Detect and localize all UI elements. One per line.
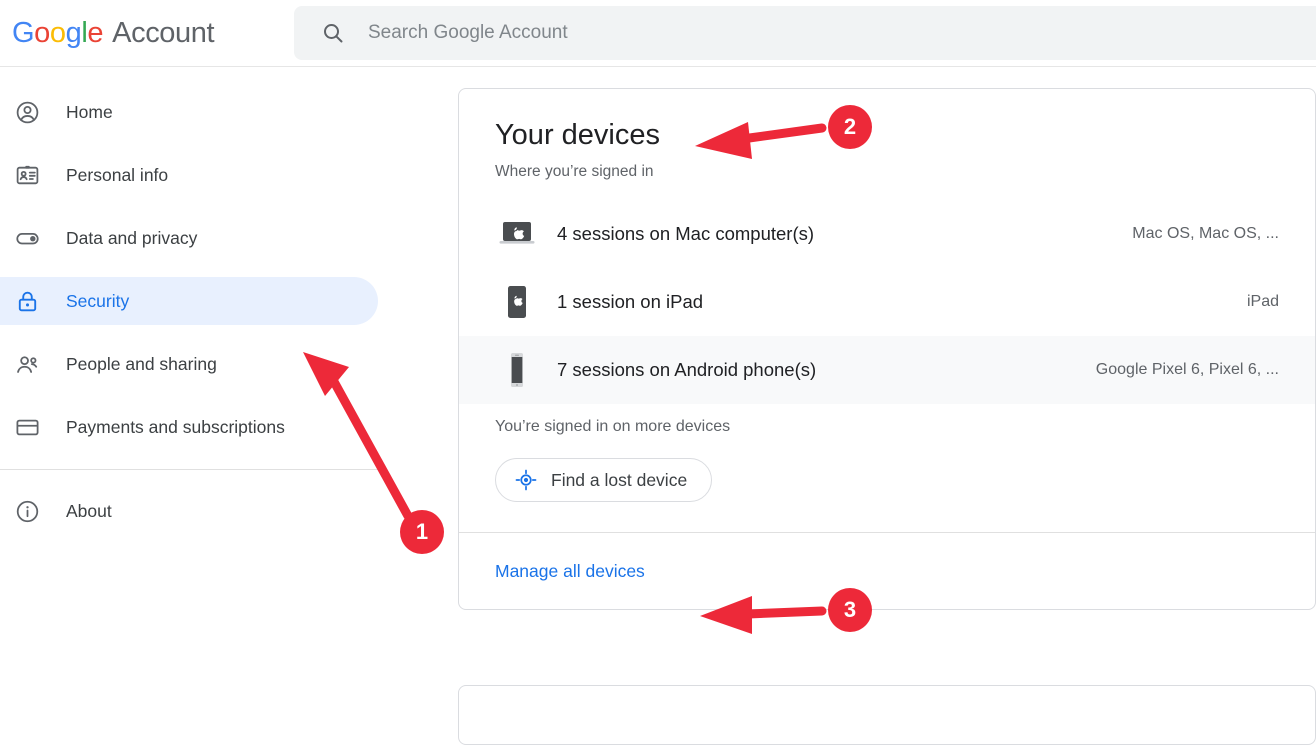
manage-all-devices-link[interactable]: Manage all devices: [495, 561, 645, 582]
find-a-lost-device-button[interactable]: Find a lost device: [495, 458, 713, 502]
sidebar-item-personal-info[interactable]: Personal info: [0, 151, 378, 199]
sidebar-item-about[interactable]: About: [0, 487, 378, 535]
sidebar-item-label: Security: [66, 290, 130, 311]
search-bar[interactable]: [294, 6, 1316, 60]
credit-card-icon: [14, 414, 40, 440]
lock-icon: [14, 288, 40, 314]
sidebar-item-label: Home: [66, 101, 113, 122]
search-icon: [321, 21, 345, 45]
sidebar-divider: [0, 469, 378, 470]
logo-letter-G: G: [12, 17, 35, 49]
sidebar-item-home[interactable]: Home: [0, 88, 378, 136]
main-content: Your devices Where you’re signed in 4 se…: [420, 67, 1316, 745]
badge-id-icon: [14, 162, 40, 188]
device-row-ipad[interactable]: 1 session on iPad iPad: [459, 268, 1315, 336]
device-meta: Mac OS, Mac OS, ...: [1132, 225, 1279, 242]
logo-letter-o1: o: [34, 17, 50, 49]
logo-account-word: Account: [112, 17, 215, 49]
device-row-android[interactable]: 7 sessions on Android phone(s) Google Pi…: [459, 336, 1315, 404]
device-meta: Google Pixel 6, Pixel 6, ...: [1095, 361, 1279, 378]
sidebar-nav: Home Personal info Data and privacy Secu…: [0, 67, 420, 697]
your-devices-title: Your devices: [495, 119, 660, 151]
card-body: Your devices Where you’re signed in 4 se…: [459, 89, 1315, 532]
find-a-lost-device-label: Find a lost device: [551, 469, 688, 490]
device-name: 4 sessions on Mac computer(s): [557, 223, 815, 244]
device-row-mac[interactable]: 4 sessions on Mac computer(s) Mac OS, Ma…: [459, 200, 1315, 268]
sidebar-item-label: Personal info: [66, 164, 169, 185]
your-devices-subtitle: Where you’re signed in: [495, 163, 654, 180]
sidebar-item-label: People and sharing: [66, 353, 217, 374]
app-header: Google Account: [0, 0, 1316, 67]
sidebar-item-label: Data and privacy: [66, 227, 198, 248]
my-location-icon: [515, 469, 537, 491]
laptop-icon: [495, 219, 539, 249]
people-icon: [14, 351, 40, 377]
search-input[interactable]: [368, 18, 1316, 48]
card-footer: Manage all devices: [459, 532, 1315, 609]
sidebar-item-label: About: [66, 500, 112, 521]
device-name: 7 sessions on Android phone(s): [557, 359, 817, 380]
sidebar-item-data-and-privacy[interactable]: Data and privacy: [0, 214, 378, 262]
logo-letter-o2: o: [49, 17, 66, 49]
sidebar-item-payments-and-subscriptions[interactable]: Payments and subscriptions: [0, 403, 378, 451]
next-card-partial: [458, 685, 1316, 745]
logo-letter-e: e: [87, 17, 104, 49]
device-list: 4 sessions on Mac computer(s) Mac OS, Ma…: [459, 200, 1315, 404]
google-account-logo: Google Account: [12, 13, 215, 53]
toggle-switch-icon: [14, 225, 40, 251]
more-devices-text: You’re signed in on more devices: [495, 418, 731, 435]
device-meta: iPad: [1246, 293, 1279, 310]
phone-icon: [495, 351, 539, 389]
sidebar-item-security[interactable]: Security: [0, 277, 378, 325]
sidebar-item-people-and-sharing[interactable]: People and sharing: [0, 340, 378, 388]
device-name: 1 session on iPad: [557, 291, 704, 312]
logo-letter-g: g: [65, 17, 82, 49]
sidebar-item-label: Payments and subscriptions: [66, 416, 285, 437]
your-devices-card: Your devices Where you’re signed in 4 se…: [458, 88, 1316, 610]
tablet-icon: [495, 284, 539, 320]
info-circle-icon: [14, 498, 40, 524]
account-circle-icon: [14, 99, 40, 125]
